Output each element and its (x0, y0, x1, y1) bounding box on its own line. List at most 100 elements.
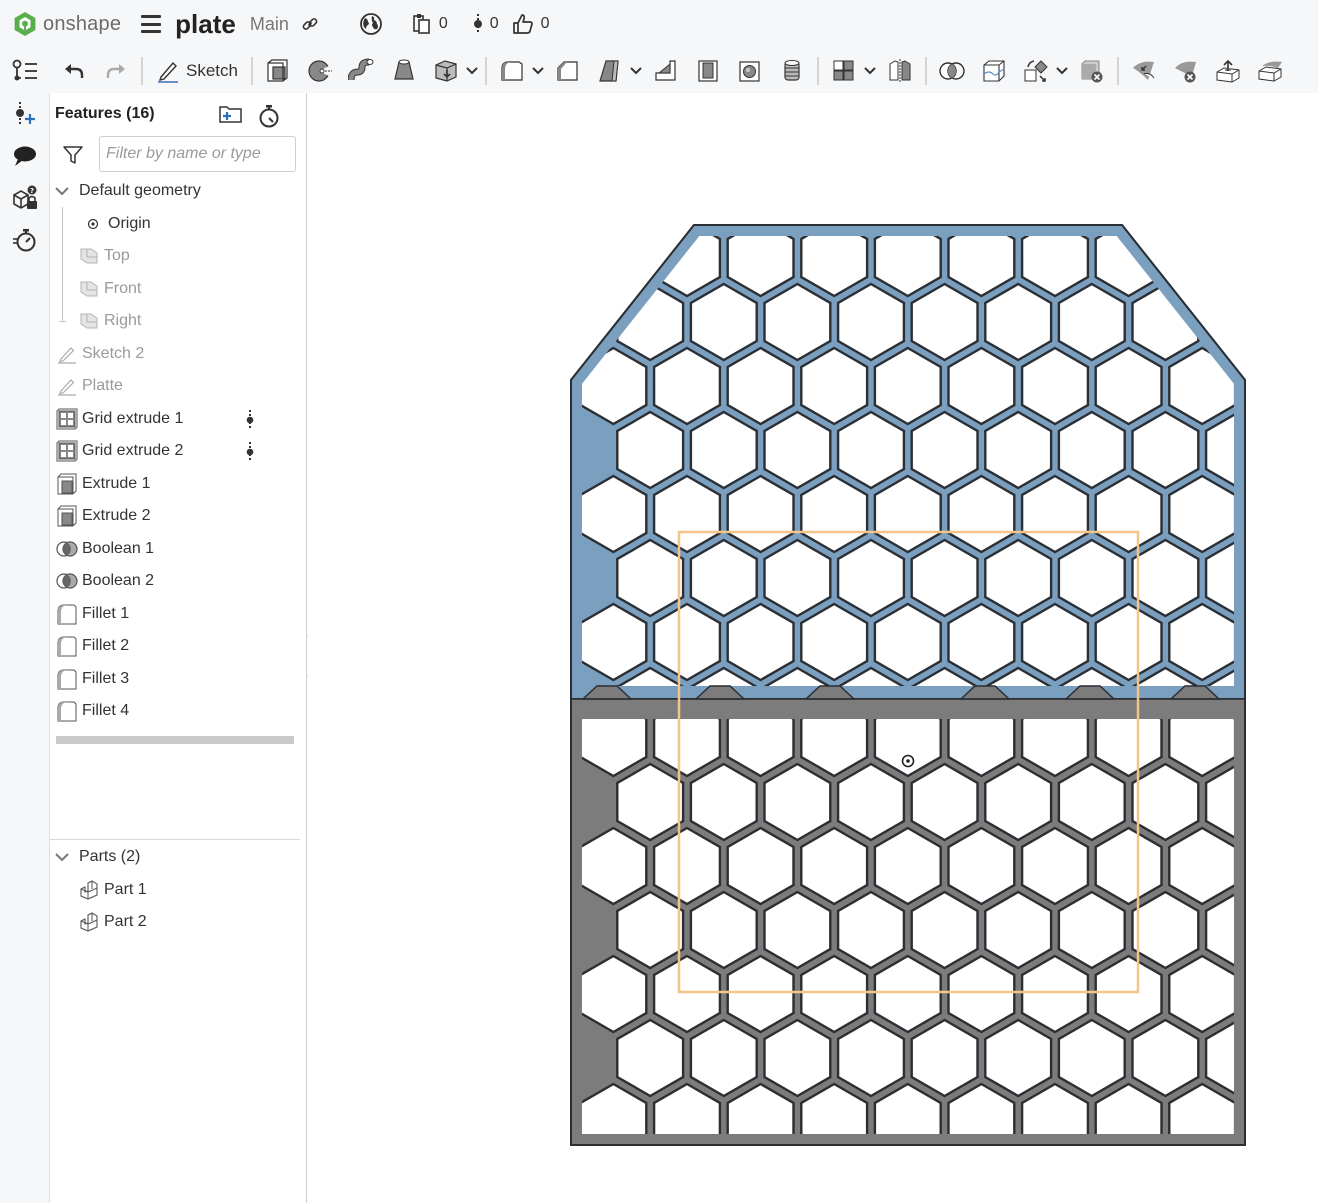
filter-button[interactable] (62, 144, 84, 171)
move-face-button[interactable] (1210, 54, 1246, 88)
shell-button[interactable] (690, 54, 726, 88)
rail-performance[interactable] (0, 219, 50, 261)
fillet-dropdown[interactable] (531, 54, 545, 88)
feature-item-fillet-4[interactable]: Fillet 4 (50, 695, 306, 728)
tree-item-label: Origin (108, 214, 151, 232)
mirror-button[interactable] (882, 54, 918, 88)
extrude-button[interactable] (260, 54, 296, 88)
fillet-icon (56, 635, 78, 657)
feature-item-boolean-2[interactable]: Boolean 2 (50, 565, 306, 598)
draft-button[interactable] (592, 54, 628, 88)
tree-item-origin[interactable]: Origin (50, 208, 306, 241)
hole-button[interactable] (732, 54, 768, 88)
tree-item-front-plane[interactable]: Front (50, 273, 306, 306)
feature-list-toggle[interactable] (0, 48, 50, 93)
rail-comments[interactable] (0, 135, 50, 177)
feature-label: Extrude 1 (82, 474, 151, 492)
thicken-button[interactable] (428, 54, 464, 88)
model-canvas[interactable] (308, 93, 1318, 1203)
feature-item-sketch-2[interactable]: Sketch 2 (50, 338, 306, 371)
modify-fillet-icon (1132, 61, 1155, 80)
replace-face-button[interactable] (1252, 54, 1288, 88)
documents-button[interactable]: 0 (411, 13, 448, 35)
thread-button[interactable] (774, 54, 810, 88)
fillet-button[interactable] (494, 54, 530, 88)
delete-part-icon (1081, 60, 1103, 82)
feature-item-grid-extrude-1[interactable]: Grid extrude 1 (50, 403, 306, 436)
delete-face-button[interactable] (1168, 54, 1204, 88)
rib-button[interactable] (648, 54, 684, 88)
feature-label: Fillet 2 (82, 637, 130, 655)
part-icon (78, 911, 100, 933)
feature-label: Extrude 2 (82, 507, 151, 525)
part-1-geometry[interactable] (570, 220, 1309, 744)
feature-item-platte[interactable]: Platte (50, 370, 306, 403)
sketch-label: Sketch (186, 60, 238, 80)
hex-cutout (579, 225, 648, 298)
feature-item-extrude-1[interactable]: Extrude 1 (50, 468, 306, 501)
sketch-pencil-icon (158, 61, 178, 83)
thread-icon (784, 59, 800, 81)
part-item-1[interactable]: Part 1 (50, 874, 300, 907)
part-2-geometry[interactable] (570, 685, 1309, 1160)
boolean-button[interactable] (934, 54, 970, 88)
graphics-viewport[interactable] (308, 93, 1318, 1203)
document-title[interactable]: plate (175, 9, 236, 40)
feature-filter-input[interactable] (99, 136, 296, 172)
transform-dropdown[interactable] (1055, 54, 1069, 88)
comment-icon (14, 146, 36, 166)
sweep-button[interactable] (344, 54, 380, 88)
loft-button[interactable] (386, 54, 422, 88)
split-button[interactable] (976, 54, 1012, 88)
sketch-button[interactable]: Sketch (150, 54, 244, 88)
part-item-2[interactable]: Part 2 (50, 906, 300, 939)
link-button[interactable] (301, 15, 319, 33)
feature-label: Grid extrude 1 (82, 409, 184, 427)
rail-insert-mate-connector[interactable] (0, 93, 50, 135)
boolean-icon (56, 538, 78, 560)
parts-toggle[interactable]: Parts (2) (50, 841, 300, 874)
feature-context-menu-button[interactable] (246, 409, 254, 436)
draft-dropdown[interactable] (629, 54, 643, 88)
rollback-timer-button[interactable] (257, 103, 281, 134)
extrude-icon (267, 58, 288, 82)
split-icon (983, 59, 1005, 82)
public-share-button[interactable] (359, 12, 383, 36)
feature-context-menu-button[interactable] (246, 441, 254, 468)
filter-funnel-icon (63, 146, 83, 164)
like-button[interactable]: 0 (511, 12, 550, 36)
feature-item-fillet-1[interactable]: Fillet 1 (50, 598, 306, 631)
rail-variables-appearance[interactable]: ? (0, 177, 50, 219)
feature-item-extrude-2[interactable]: Extrude 2 (50, 500, 306, 533)
revolve-button[interactable] (302, 54, 338, 88)
main-menu-button[interactable] (141, 15, 162, 33)
thicken-dropdown[interactable] (465, 54, 479, 88)
feature-list-scrollbar[interactable] (56, 736, 294, 744)
modify-fillet-button[interactable] (1126, 54, 1162, 88)
workspace-name[interactable]: Main (250, 14, 289, 35)
grid-extrude-icon (56, 440, 78, 462)
vertical-dots-icon (246, 409, 254, 430)
hole-icon (739, 60, 760, 82)
toolbar-separator (141, 56, 143, 85)
chevron-down-icon (864, 66, 876, 74)
default-geometry-toggle[interactable]: Default geometry (50, 175, 306, 208)
feature-item-boolean-1[interactable]: Boolean 1 (50, 533, 306, 566)
feature-label: Fillet 1 (82, 604, 130, 622)
feature-label: Platte (82, 377, 123, 395)
pattern-button[interactable] (826, 54, 862, 88)
feature-item-grid-extrude-2[interactable]: Grid extrude 2 (50, 435, 306, 468)
pattern-dropdown[interactable] (863, 54, 877, 88)
tree-item-right-plane[interactable]: Right (50, 305, 306, 338)
feature-item-fillet-3[interactable]: Fillet 3 (50, 663, 306, 696)
redo-button[interactable] (98, 54, 134, 88)
transform-button[interactable] (1018, 54, 1054, 88)
undo-button[interactable] (56, 54, 92, 88)
delete-part-button[interactable] (1074, 54, 1110, 88)
add-folder-button[interactable] (218, 103, 244, 130)
onshape-logo[interactable]: onshape (12, 11, 121, 37)
tree-item-top-plane[interactable]: Top (50, 240, 306, 273)
feature-item-fillet-2[interactable]: Fillet 2 (50, 630, 306, 663)
versions-button[interactable]: 0 (472, 12, 499, 36)
chamfer-button[interactable] (550, 54, 586, 88)
